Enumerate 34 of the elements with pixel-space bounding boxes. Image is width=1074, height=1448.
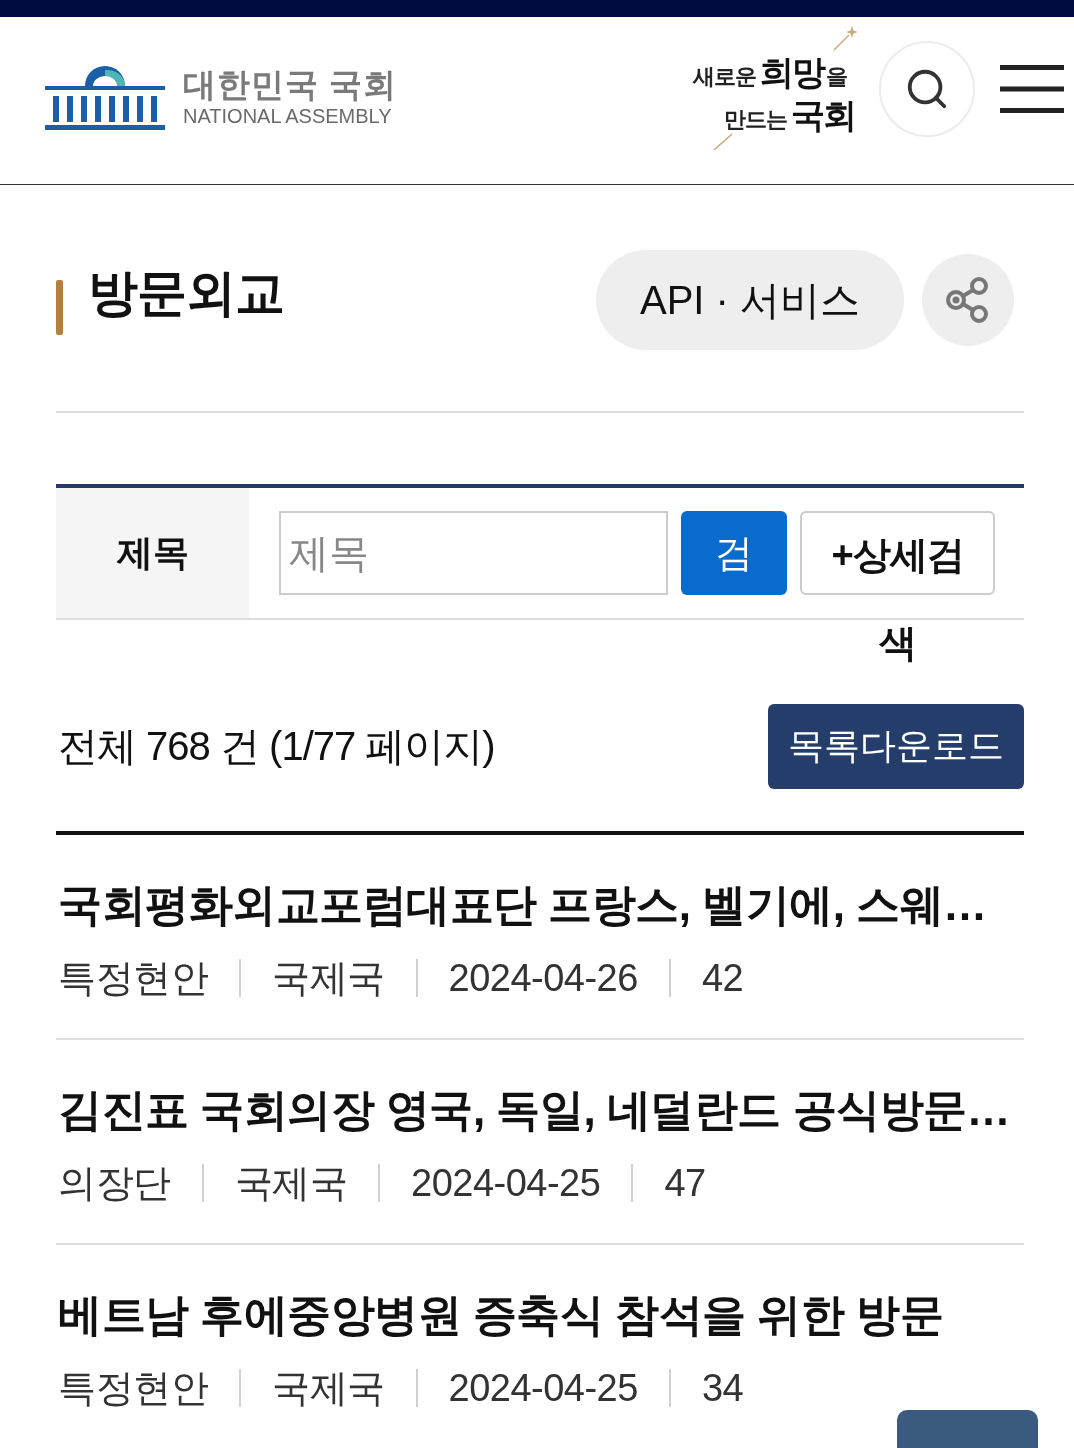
post-meta-text: 2024-04-25 xyxy=(411,1161,601,1205)
post-title-link[interactable]: 김진표 국회의장 영국, 독일, 네덜란드 공식방문… xyxy=(58,1082,1011,1138)
post-meta-text: 2024-04-25 xyxy=(448,1366,638,1410)
post-meta-text: 특정현안 xyxy=(58,1365,208,1411)
share-icon xyxy=(945,276,991,324)
sparkle-icon xyxy=(833,24,859,51)
slogan-line: 만드는국회 xyxy=(724,95,856,136)
domed-building-icon xyxy=(45,63,165,130)
title-accent-bar xyxy=(56,279,63,335)
api-service-button[interactable]: API · 서비스 xyxy=(595,250,904,350)
search-submit-button[interactable]: 검 xyxy=(681,511,787,595)
post-meta-text: 42 xyxy=(701,956,744,1000)
post-meta-text: 47 xyxy=(664,1161,706,1205)
page-title: 방문외교 xyxy=(88,263,284,323)
post-meta-text: 국제국 xyxy=(272,955,385,1001)
post-title-link[interactable]: 국회평화외교포럼대표단 프랑스, 벨기에, 스웨… xyxy=(58,877,987,933)
menu-button[interactable] xyxy=(1000,64,1064,113)
post-meta-text: 특정현안 xyxy=(58,955,208,1001)
menu-icon xyxy=(1000,64,1064,113)
trail-line-icon xyxy=(713,132,733,151)
download-list-button[interactable]: 목록다운로드 xyxy=(768,704,1024,789)
post-meta-text: 의장단 xyxy=(58,1160,171,1206)
search-field[interactable]: 제목 xyxy=(279,511,668,595)
detail-search-button[interactable]: +상세검색 xyxy=(800,511,995,667)
result-count: 전체 768 건 (1/77 페이지) xyxy=(58,723,495,770)
post-meta-text: 34 xyxy=(701,1366,744,1410)
logo-title[interactable]: 대한민국 국회 xyxy=(183,65,398,104)
post-meta-text: 국제국 xyxy=(234,1160,347,1206)
post-title-link[interactable]: 베트남 후에중앙병원 증축식 참석을 위한 방문 xyxy=(58,1287,944,1343)
search-label: 제목 xyxy=(56,488,249,618)
post-meta-text: 2024-04-26 xyxy=(448,956,638,1000)
slogan-line: 새로운희망을 xyxy=(693,52,847,93)
post-meta-text: 국제국 xyxy=(272,1365,385,1411)
logo-subtitle[interactable]: NATIONAL ASSEMBLY xyxy=(183,103,398,128)
